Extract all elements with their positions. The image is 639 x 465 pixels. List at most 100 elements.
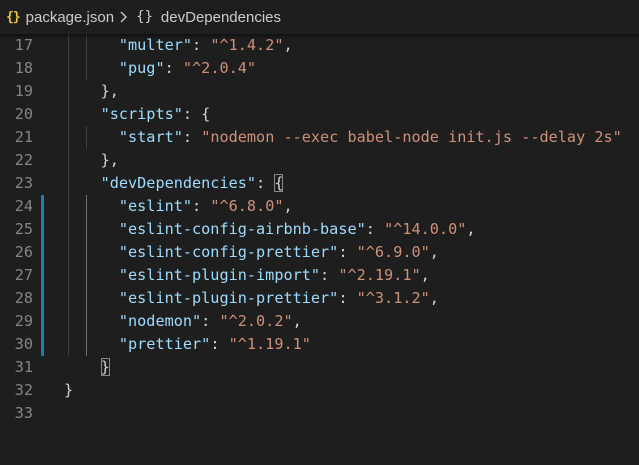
line-number: 20: [14, 105, 33, 123]
code-text[interactable]: }: [64, 379, 73, 402]
code-text[interactable]: "eslint-plugin-prettier": "^3.1.2",: [64, 287, 439, 310]
code-line[interactable]: 24 "eslint": "^6.8.0",: [0, 195, 639, 218]
code-text[interactable]: "pug": "^2.0.4": [64, 57, 256, 80]
code-line[interactable]: 27 "eslint-plugin-import": "^2.19.1",: [0, 264, 639, 287]
json-key: "eslint-plugin-prettier": [118, 289, 339, 307]
json-punctuation: ,: [283, 197, 293, 215]
json-punctuation: ,: [429, 243, 439, 261]
json-punctuation: ,: [466, 220, 476, 238]
code-text[interactable]: "devDependencies": {: [64, 172, 284, 195]
breadcrumb-symbol[interactable]: devDependencies: [161, 9, 281, 26]
line-number: 25: [14, 220, 33, 238]
json-string: "^3.1.2": [356, 289, 430, 307]
json-string: "^6.9.0": [356, 243, 430, 261]
code-text[interactable]: "eslint": "^6.8.0",: [64, 195, 293, 218]
line-number: 30: [14, 335, 33, 353]
code-line[interactable]: 31 }: [0, 356, 639, 379]
code-text[interactable]: "eslint-config-airbnb-base": "^14.0.0",: [64, 218, 476, 241]
json-punctuation: :: [338, 243, 357, 261]
json-punctuation: },: [100, 151, 119, 169]
line-number: 28: [14, 289, 33, 307]
line-number: 33: [14, 404, 33, 422]
json-string: "^2.19.1": [338, 266, 421, 284]
json-punctuation: :: [201, 312, 220, 330]
json-key: "pug": [118, 59, 165, 77]
line-number: 29: [14, 312, 33, 330]
json-key: "prettier": [118, 335, 211, 353]
line-number: 27: [14, 266, 33, 284]
json-punctuation: :: [210, 335, 229, 353]
code-text[interactable]: "eslint-config-prettier": "^6.9.0",: [64, 241, 439, 264]
line-number: 21: [14, 128, 33, 146]
code-line[interactable]: 19 },: [0, 80, 639, 103]
json-key: "start": [118, 128, 183, 146]
code-editor[interactable]: {} package.json {} devDependencies 17 "m…: [0, 0, 639, 465]
json-string: "^2.0.2": [219, 312, 293, 330]
json-key: "eslint-plugin-import": [118, 266, 321, 284]
json-punctuation: },: [100, 82, 119, 100]
code-line[interactable]: 25 "eslint-config-airbnb-base": "^14.0.0…: [0, 218, 639, 241]
json-punctuation: }: [64, 381, 74, 399]
json-punctuation: : {: [182, 105, 211, 123]
line-number: 18: [14, 59, 33, 77]
line-number: 31: [14, 358, 33, 376]
code-text[interactable]: "start": "nodemon --exec babel-node init…: [64, 126, 622, 149]
code-line[interactable]: 33: [0, 402, 639, 425]
json-string: "^2.0.4": [182, 59, 257, 77]
line-number: 23: [14, 174, 33, 192]
code-text[interactable]: "nodemon": "^2.0.2",: [64, 310, 302, 333]
code-text[interactable]: },: [64, 80, 119, 103]
json-string: "^14.0.0": [384, 220, 467, 238]
json-key: "devDependencies": [100, 174, 257, 192]
json-punctuation: :: [256, 174, 275, 192]
matching-bracket: {: [274, 174, 284, 192]
json-punctuation: :: [192, 36, 211, 54]
json-key: "eslint-config-airbnb-base": [118, 220, 366, 238]
matching-bracket: }: [100, 358, 110, 376]
line-number: 17: [14, 36, 33, 54]
code-text[interactable]: },: [64, 149, 119, 172]
line-number: 32: [14, 381, 33, 399]
code-line[interactable]: 21 "start": "nodemon --exec babel-node i…: [0, 126, 639, 149]
json-string: "^6.8.0": [210, 197, 284, 215]
code-line[interactable]: 32}: [0, 379, 639, 402]
json-key: "eslint-config-prettier": [118, 243, 339, 261]
code-text[interactable]: "prettier": "^1.19.1": [64, 333, 311, 356]
json-key: "nodemon": [118, 312, 202, 330]
json-punctuation: ,: [420, 266, 430, 284]
line-number: 26: [14, 243, 33, 261]
code-line[interactable]: 28 "eslint-plugin-prettier": "^3.1.2",: [0, 287, 639, 310]
code-line[interactable]: 18 "pug": "^2.0.4": [0, 57, 639, 80]
breadcrumb: {} package.json {} devDependencies: [0, 0, 639, 34]
object-symbol-icon: {}: [136, 9, 153, 25]
code-line[interactable]: 30 "prettier": "^1.19.1": [0, 333, 639, 356]
line-number: 22: [14, 151, 33, 169]
json-punctuation: ,: [283, 36, 293, 54]
code-line[interactable]: 29 "nodemon": "^2.0.2",: [0, 310, 639, 333]
json-punctuation: :: [338, 289, 357, 307]
json-key: "eslint": [118, 197, 193, 215]
code-text[interactable]: "multer": "^1.4.2",: [64, 34, 293, 57]
json-punctuation: ,: [292, 312, 302, 330]
json-punctuation: :: [365, 220, 385, 238]
code-line[interactable]: 17 "multer": "^1.4.2",: [0, 34, 639, 57]
code-area[interactable]: 17 "multer": "^1.4.2", 18 "pug": "^2.0.4"…: [0, 34, 639, 465]
json-punctuation: :: [182, 128, 202, 146]
json-key: "scripts": [100, 105, 183, 123]
code-text[interactable]: }: [64, 356, 110, 379]
code-line[interactable]: 22 },: [0, 149, 639, 172]
code-line[interactable]: 20 "scripts": {: [0, 103, 639, 126]
breadcrumb-file[interactable]: package.json: [26, 9, 114, 26]
json-punctuation: :: [192, 197, 211, 215]
code-line[interactable]: 26 "eslint-config-prettier": "^6.9.0",: [0, 241, 639, 264]
line-number: 19: [14, 82, 33, 100]
code-text[interactable]: "eslint-plugin-import": "^2.19.1",: [64, 264, 430, 287]
code-line[interactable]: 23 "devDependencies": {: [0, 172, 639, 195]
chevron-right-icon: [118, 10, 130, 24]
json-punctuation: :: [164, 59, 183, 77]
json-key: "multer": [118, 36, 193, 54]
json-string: "nodemon --exec babel-node init.js --del…: [201, 128, 622, 146]
code-text[interactable]: "scripts": {: [64, 103, 211, 126]
json-punctuation: :: [320, 266, 339, 284]
json-file-icon: {}: [6, 9, 21, 25]
